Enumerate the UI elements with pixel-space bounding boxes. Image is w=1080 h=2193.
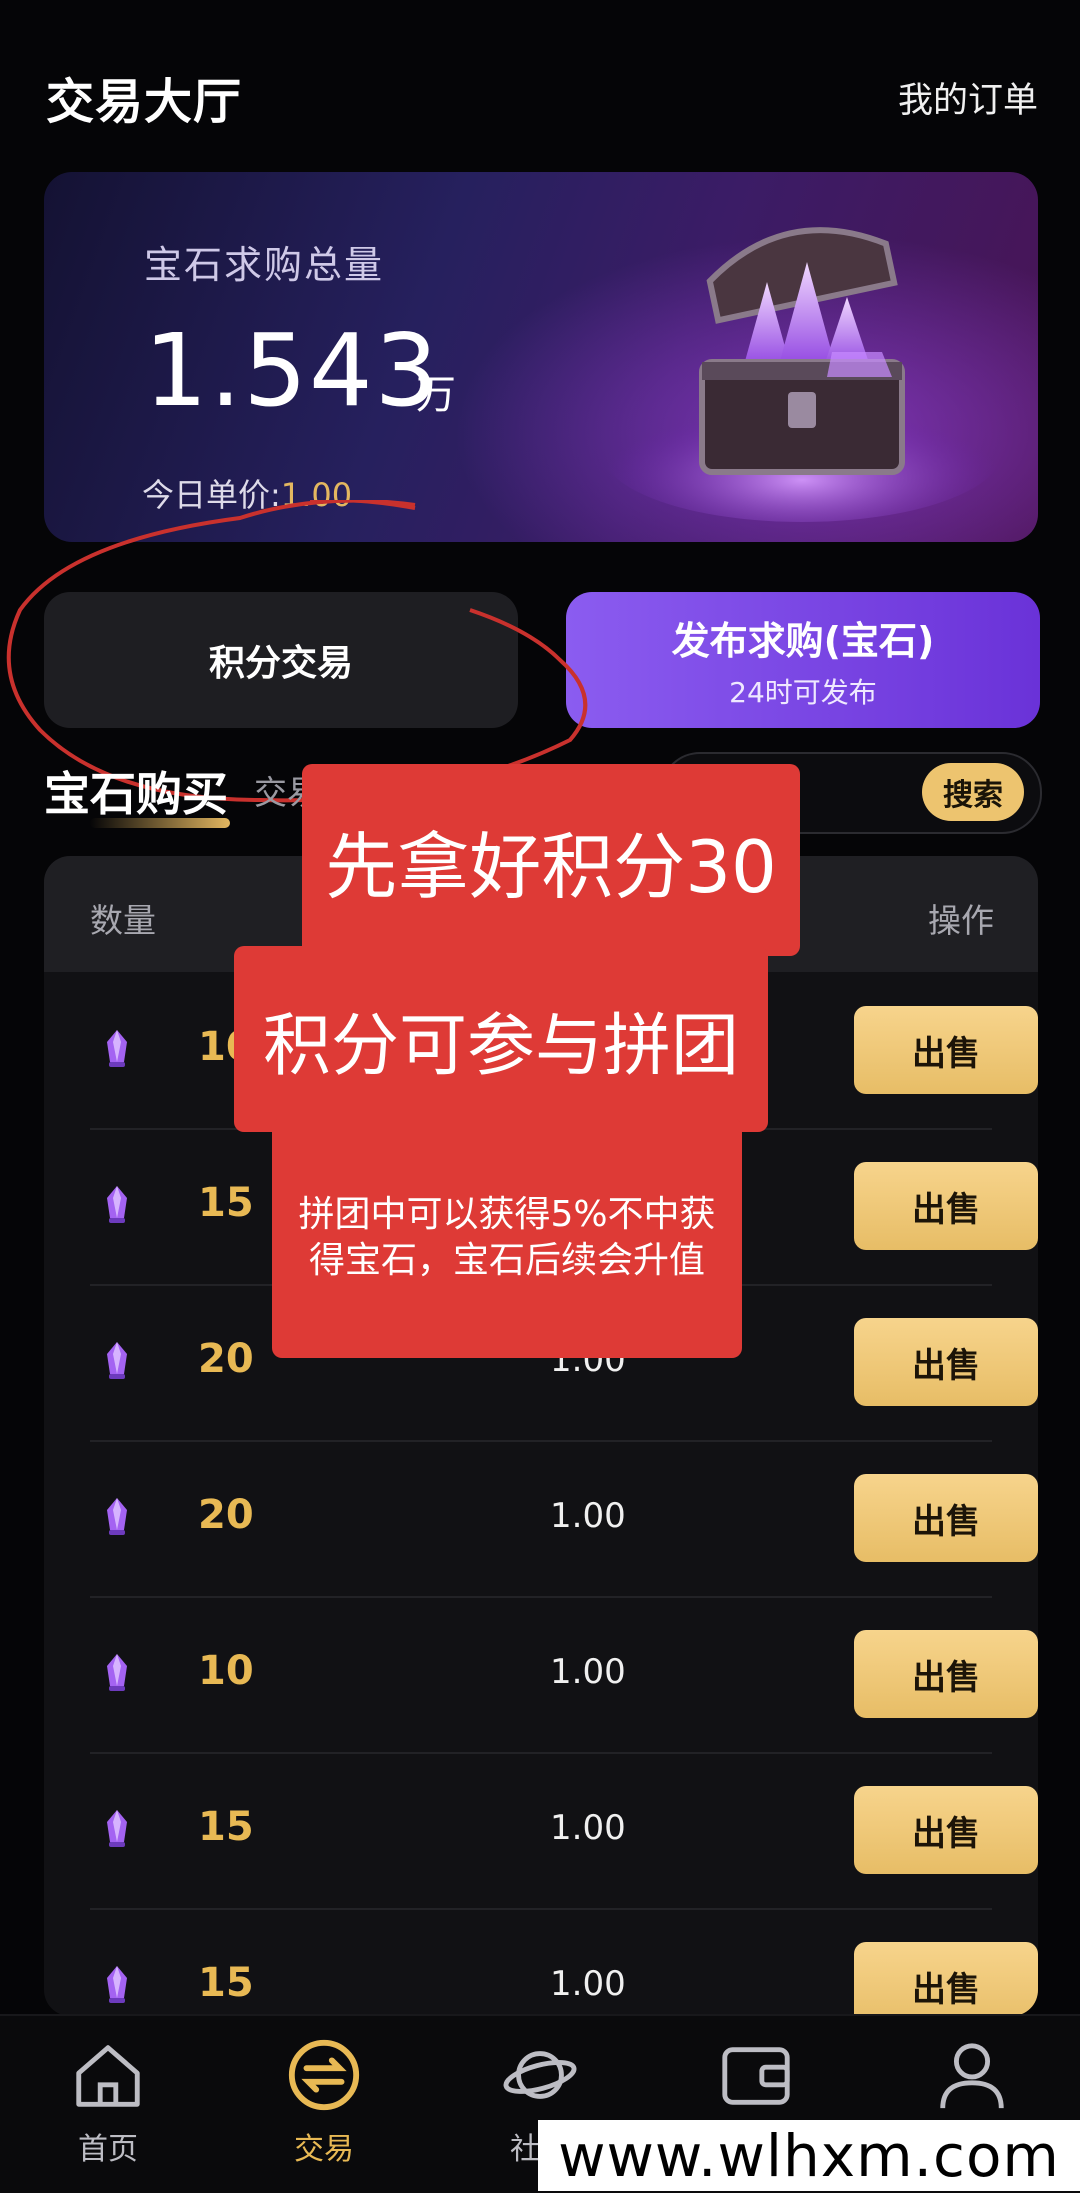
column-header-operation: 操作 (928, 901, 994, 940)
overlay-note-detail: 拼团中可以获得5%不中获得宝石，宝石后续会升值 (272, 1118, 742, 1358)
gem-demand-banner: 宝石求购总量 1.543 万 今日单价:1.00 (44, 172, 1038, 542)
page-title: 交易大厅 (46, 74, 243, 130)
gem-icon (107, 1030, 127, 1067)
table-row: 15 1.00 出售 (90, 1752, 1038, 1910)
nav-item-trade[interactable]: 交易 (216, 2036, 432, 2186)
publish-request-button[interactable]: 发布求购(宝石) 24时可发布 (566, 592, 1040, 728)
section-title: 宝石购买 (44, 767, 228, 821)
section-title-underline (90, 818, 230, 828)
nav-label-trade: 交易 (294, 2132, 354, 2167)
search-button[interactable]: 搜索 (922, 763, 1024, 821)
points-trade-button[interactable]: 积分交易 (44, 592, 518, 728)
home-icon (76, 2045, 140, 2107)
planet-icon (503, 2051, 577, 2099)
banner-total: 1.543 (144, 312, 441, 429)
my-orders-link[interactable]: 我的订单 (898, 72, 1038, 123)
exchange-icon (288, 2039, 360, 2111)
sell-button[interactable]: 出售 (854, 1630, 1038, 1718)
row-price: 1.00 (550, 1964, 626, 2004)
row-price: 1.00 (550, 1652, 626, 1692)
row-price: 1.00 (550, 1496, 626, 1536)
row-quantity: 10 (198, 1648, 254, 1694)
gem-icon (107, 1498, 127, 1535)
today-price: 今日单价:1.00 (142, 470, 352, 516)
row-quantity: 15 (198, 1180, 254, 1226)
gem-icon (107, 1966, 127, 2003)
column-header-quantity: 数量 (90, 901, 156, 940)
banner-unit: 万 (416, 372, 456, 418)
publish-request-subtitle: 24时可发布 (729, 675, 877, 709)
nav-item-home[interactable]: 首页 (0, 2036, 216, 2186)
gem-icon (107, 1654, 127, 1691)
publish-request-title: 发布求购(宝石) (671, 618, 935, 663)
sell-button[interactable]: 出售 (854, 1006, 1038, 1094)
sell-button[interactable]: 出售 (854, 1474, 1038, 1562)
nav-label-home: 首页 (78, 2132, 138, 2167)
user-icon (940, 2043, 1004, 2109)
row-price: 1.00 (550, 1808, 626, 1848)
table-row: 10 1.00 出售 (90, 1596, 1038, 1754)
banner-label: 宝石求购总量 (144, 243, 385, 287)
table-row: 15 1.00 出售 (90, 1908, 1038, 2016)
today-price-value: 1.00 (280, 476, 353, 514)
row-quantity: 15 (198, 1960, 254, 2006)
overlay-note-group: 积分可参与拼团 (234, 946, 768, 1132)
sell-button[interactable]: 出售 (854, 1942, 1038, 2016)
watermark: www.wlhxm.com (538, 2120, 1080, 2191)
sell-button[interactable]: 出售 (854, 1786, 1038, 1874)
wallet-icon (722, 2047, 790, 2105)
row-quantity: 20 (198, 1336, 254, 1382)
today-price-label: 今日单价: (142, 476, 281, 514)
gem-icon (107, 1342, 127, 1379)
sell-button[interactable]: 出售 (854, 1318, 1038, 1406)
row-quantity: 15 (198, 1804, 254, 1850)
gem-icon (107, 1186, 127, 1223)
row-quantity: 20 (198, 1492, 254, 1538)
table-row: 20 1.00 出售 (90, 1440, 1038, 1598)
treasure-chest-icon (602, 227, 1002, 522)
overlay-note-points: 先拿好积分30 (302, 764, 800, 956)
gem-icon (107, 1810, 127, 1847)
sell-button[interactable]: 出售 (854, 1162, 1038, 1250)
